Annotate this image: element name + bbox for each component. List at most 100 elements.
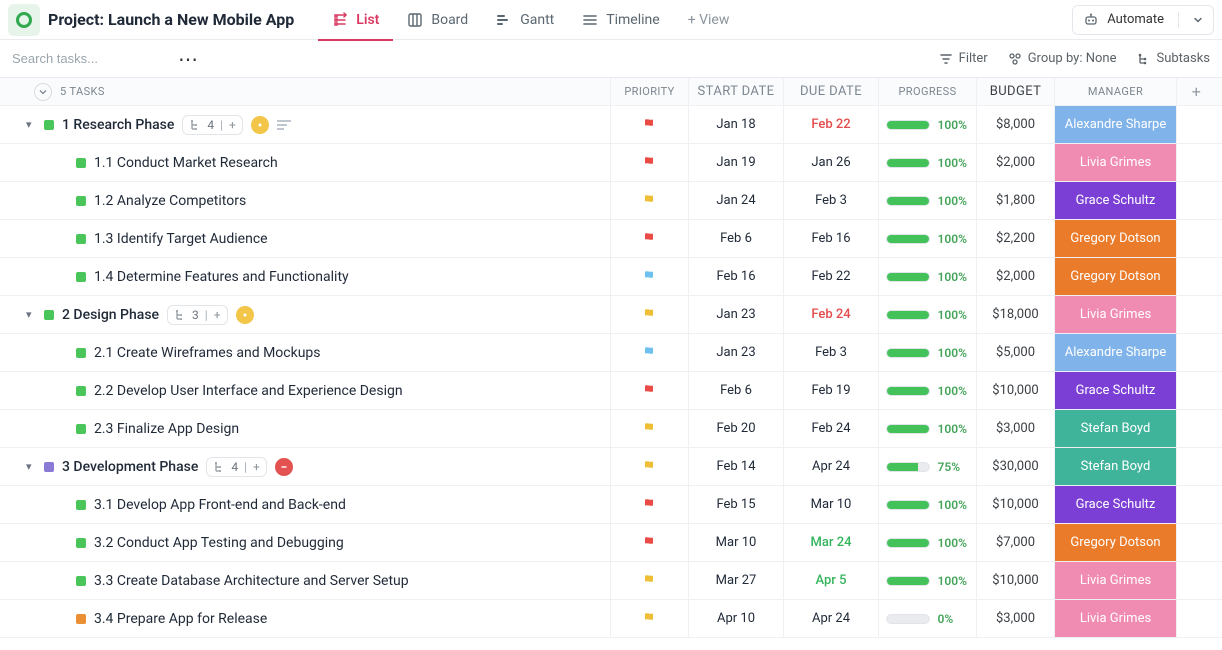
subtask-count-badge[interactable]: 3 |+ xyxy=(167,305,228,325)
table-row[interactable]: 3.1 Develop App Front-end and Back-end F… xyxy=(0,486,1222,524)
manager-cell[interactable]: Stefan Boyd xyxy=(1054,448,1176,485)
manager-cell[interactable]: Grace Schultz xyxy=(1054,372,1176,409)
table-row[interactable]: 1.1 Conduct Market Research Jan 19 Jan 2… xyxy=(0,144,1222,182)
table-row[interactable]: 1.2 Analyze Competitors Jan 24 Feb 3 100… xyxy=(0,182,1222,220)
priority-cell[interactable] xyxy=(610,144,688,181)
start-date-cell[interactable]: Jan 18 xyxy=(688,106,783,143)
add-subtask-button[interactable]: + xyxy=(214,308,221,322)
status-circle-icon[interactable] xyxy=(251,116,269,134)
add-column-button[interactable]: + xyxy=(1176,78,1216,105)
manager-cell[interactable]: Livia Grimes xyxy=(1054,600,1176,637)
progress-cell[interactable]: 0% xyxy=(878,600,976,637)
due-date-cell[interactable]: Feb 3 xyxy=(783,334,878,371)
row-caret[interactable]: ▾ xyxy=(26,118,36,131)
start-date-cell[interactable]: Feb 20 xyxy=(688,410,783,447)
view-list[interactable]: List xyxy=(318,0,393,40)
progress-cell[interactable]: 100% xyxy=(878,220,976,257)
progress-cell[interactable]: 100% xyxy=(878,334,976,371)
progress-cell[interactable]: 100% xyxy=(878,296,976,333)
budget-cell[interactable]: $18,000 xyxy=(976,296,1054,333)
add-subtask-button[interactable]: + xyxy=(253,460,260,474)
row-caret[interactable]: ▾ xyxy=(26,460,36,473)
table-row[interactable]: 2.3 Finalize App Design Feb 20 Feb 24 10… xyxy=(0,410,1222,448)
start-date-cell[interactable]: Feb 15 xyxy=(688,486,783,523)
manager-cell[interactable]: Gregory Dotson xyxy=(1054,524,1176,561)
table-row[interactable]: 1.3 Identify Target Audience Feb 6 Feb 1… xyxy=(0,220,1222,258)
search-input[interactable] xyxy=(12,51,152,66)
progress-cell[interactable]: 100% xyxy=(878,524,976,561)
table-row[interactable]: 3.3 Create Database Architecture and Ser… xyxy=(0,562,1222,600)
manager-cell[interactable]: Gregory Dotson xyxy=(1054,220,1176,257)
table-row[interactable]: 2.1 Create Wireframes and Mockups Jan 23… xyxy=(0,334,1222,372)
due-date-cell[interactable]: Apr 24 xyxy=(783,448,878,485)
budget-cell[interactable]: $5,000 xyxy=(976,334,1054,371)
priority-cell[interactable] xyxy=(610,562,688,599)
due-date-cell[interactable]: Jan 26 xyxy=(783,144,878,181)
table-row[interactable]: 3.4 Prepare App for Release Apr 10 Apr 2… xyxy=(0,600,1222,638)
start-date-cell[interactable]: Apr 10 xyxy=(688,600,783,637)
view-gantt[interactable]: Gantt xyxy=(482,0,568,40)
due-date-cell[interactable]: Feb 22 xyxy=(783,106,878,143)
progress-cell[interactable]: 100% xyxy=(878,486,976,523)
due-date-cell[interactable]: Feb 24 xyxy=(783,410,878,447)
due-date-cell[interactable]: Feb 3 xyxy=(783,182,878,219)
progress-cell[interactable]: 100% xyxy=(878,258,976,295)
status-circle-icon[interactable] xyxy=(275,458,293,476)
due-date-cell[interactable]: Apr 5 xyxy=(783,562,878,599)
budget-cell[interactable]: $10,000 xyxy=(976,486,1054,523)
due-date-cell[interactable]: Mar 24 xyxy=(783,524,878,561)
priority-cell[interactable] xyxy=(610,220,688,257)
manager-cell[interactable]: Alexandre Sharpe xyxy=(1054,106,1176,143)
budget-cell[interactable]: $8,000 xyxy=(976,106,1054,143)
progress-cell[interactable]: 100% xyxy=(878,144,976,181)
table-row[interactable]: 2.2 Develop User Interface and Experienc… xyxy=(0,372,1222,410)
due-date-cell[interactable]: Apr 24 xyxy=(783,600,878,637)
view-timeline[interactable]: Timeline xyxy=(568,0,673,40)
start-date-cell[interactable]: Feb 16 xyxy=(688,258,783,295)
progress-cell[interactable]: 100% xyxy=(878,372,976,409)
budget-cell[interactable]: $3,000 xyxy=(976,600,1054,637)
budget-cell[interactable]: $2,000 xyxy=(976,258,1054,295)
due-date-cell[interactable]: Feb 16 xyxy=(783,220,878,257)
start-date-cell[interactable]: Mar 27 xyxy=(688,562,783,599)
status-circle-icon[interactable] xyxy=(236,306,254,324)
due-date-cell[interactable]: Feb 19 xyxy=(783,372,878,409)
subtask-count-badge[interactable]: 4 |+ xyxy=(206,457,267,477)
priority-cell[interactable] xyxy=(610,372,688,409)
start-date-cell[interactable]: Feb 6 xyxy=(688,220,783,257)
more-button[interactable]: ⋯ xyxy=(178,49,198,69)
start-date-cell[interactable]: Feb 14 xyxy=(688,448,783,485)
priority-cell[interactable] xyxy=(610,334,688,371)
priority-cell[interactable] xyxy=(610,524,688,561)
manager-cell[interactable]: Grace Schultz xyxy=(1054,486,1176,523)
priority-cell[interactable] xyxy=(610,106,688,143)
due-date-cell[interactable]: Feb 22 xyxy=(783,258,878,295)
table-row[interactable]: 1.4 Determine Features and Functionality… xyxy=(0,258,1222,296)
priority-cell[interactable] xyxy=(610,410,688,447)
manager-cell[interactable]: Livia Grimes xyxy=(1054,144,1176,181)
groupby-button[interactable]: Group by: None xyxy=(1008,51,1117,66)
budget-cell[interactable]: $30,000 xyxy=(976,448,1054,485)
budget-cell[interactable]: $2,000 xyxy=(976,144,1054,181)
priority-cell[interactable] xyxy=(610,486,688,523)
start-date-cell[interactable]: Mar 10 xyxy=(688,524,783,561)
due-date-cell[interactable]: Feb 24 xyxy=(783,296,878,333)
table-row[interactable]: ▾ 2 Design Phase 3 |+ Jan 23 Feb 24 100% xyxy=(0,296,1222,334)
budget-cell[interactable]: $2,200 xyxy=(976,220,1054,257)
manager-cell[interactable]: Grace Schultz xyxy=(1054,182,1176,219)
manager-cell[interactable]: Stefan Boyd xyxy=(1054,410,1176,447)
automate-button[interactable]: Automate xyxy=(1072,5,1214,35)
add-view-button[interactable]: + View xyxy=(674,0,744,40)
subtasks-button[interactable]: Subtasks xyxy=(1136,51,1210,66)
manager-cell[interactable]: Livia Grimes xyxy=(1054,296,1176,333)
start-date-cell[interactable]: Feb 6 xyxy=(688,372,783,409)
priority-cell[interactable] xyxy=(610,448,688,485)
progress-cell[interactable]: 100% xyxy=(878,562,976,599)
table-row[interactable]: 3.2 Conduct App Testing and Debugging Ma… xyxy=(0,524,1222,562)
filter-button[interactable]: Filter xyxy=(939,51,988,66)
due-date-cell[interactable]: Mar 10 xyxy=(783,486,878,523)
start-date-cell[interactable]: Jan 23 xyxy=(688,296,783,333)
priority-cell[interactable] xyxy=(610,296,688,333)
subtask-count-badge[interactable]: 4 |+ xyxy=(182,115,243,135)
start-date-cell[interactable]: Jan 23 xyxy=(688,334,783,371)
